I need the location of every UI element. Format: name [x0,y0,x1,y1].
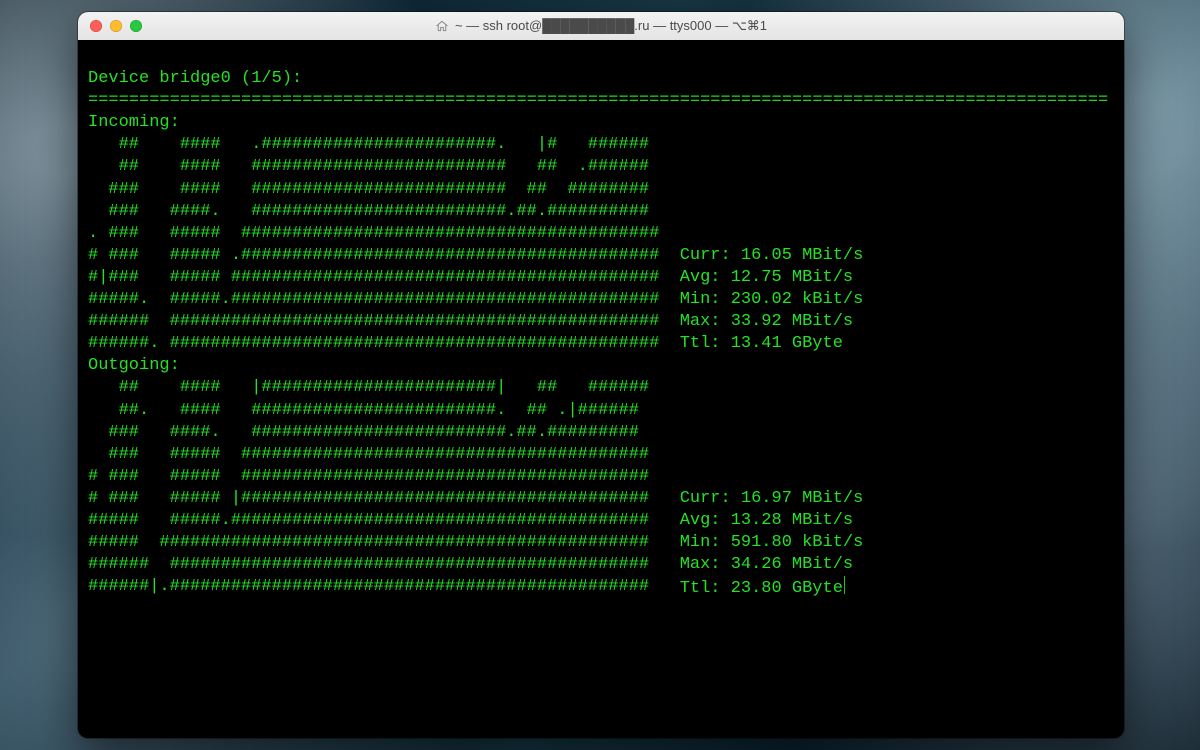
graph-row: ### #### ######################### ## ##… [88,179,1114,201]
incoming-label: Incoming: [88,113,180,132]
graph-row: # ### ##### ############################… [88,466,1114,488]
graph-line: ### ####. #########################.##.#… [88,422,659,444]
graph-line: ## #### .#######################. |# ###… [88,134,659,156]
minimize-icon[interactable] [110,20,122,32]
graph-row: ##### #####.############################… [88,510,1114,532]
outgoing-block: ## #### |#######################| ## ###… [88,377,1114,600]
graph-row: ## #### |#######################| ## ###… [88,377,1114,399]
graph-row: ### ####. #########################.##.#… [88,422,1114,444]
graph-row: ##### ##################################… [88,532,1114,554]
graph-line: . ### ##### ############################… [88,223,659,245]
stat-value: Curr: 16.05 MBit/s [659,245,863,267]
graph-line: # ### ##### .###########################… [88,245,659,267]
graph-row: ### ##### ##############################… [88,444,1114,466]
graph-row: . ### ##### ############################… [88,223,1114,245]
window-title-text: ~ — ssh root@██████████.ru — ttys000 — ⌥… [455,18,767,34]
traffic-lights [78,12,142,40]
stat-value: Max: 33.92 MBit/s [659,311,853,333]
device-line: Device bridge0 (1/5): [88,69,302,88]
graph-row: #####. #####.###########################… [88,289,1114,311]
graph-row: ## #### ######################### ## .##… [88,156,1114,178]
stat-value: Ttl: 23.80 GByte [659,576,845,600]
separator-line: ========================================… [88,91,1108,110]
incoming-block: ## #### .#######################. |# ###… [88,134,1114,355]
stat-value: Avg: 13.28 MBit/s [659,510,853,532]
graph-line: ## #### |#######################| ## ###… [88,377,659,399]
graph-row: #|### ##### ############################… [88,267,1114,289]
text-cursor [844,576,845,594]
graph-line: ##. #### ########################. ## .|… [88,400,659,422]
graph-line: ### #### ######################### ## ##… [88,179,659,201]
graph-row: ## #### .#######################. |# ###… [88,134,1114,156]
stat-value: Ttl: 13.41 GByte [659,333,843,355]
window-titlebar[interactable]: ~ — ssh root@██████████.ru — ttys000 — ⌥… [78,12,1124,41]
window-title: ~ — ssh root@██████████.ru — ttys000 — ⌥… [435,18,767,34]
stat-value: Min: 591.80 kBit/s [659,532,863,554]
graph-row: # ### ##### |###########################… [88,488,1114,510]
maximize-icon[interactable] [130,20,142,32]
close-icon[interactable] [90,20,102,32]
graph-row: ##. #### ########################. ## .|… [88,400,1114,422]
graph-row: ######|.################################… [88,576,1114,600]
terminal-body[interactable]: Device bridge0 (1/5): ==================… [78,40,1124,738]
graph-line: ## #### ######################### ## .##… [88,156,659,178]
graph-line: #|### ##### ############################… [88,267,659,289]
stat-value: Avg: 12.75 MBit/s [659,267,853,289]
graph-line: ######. ################################… [88,333,659,355]
stat-value: Curr: 16.97 MBit/s [659,488,863,510]
terminal-window: ~ — ssh root@██████████.ru — ttys000 — ⌥… [78,12,1124,738]
graph-line: #####. #####.###########################… [88,289,659,311]
graph-line: ### ##### ##############################… [88,444,659,466]
graph-row: # ### ##### .###########################… [88,245,1114,267]
graph-line: # ### ##### |###########################… [88,488,659,510]
graph-line: # ### ##### ############################… [88,466,659,488]
outgoing-label: Outgoing: [88,356,180,375]
stat-value: Max: 34.26 MBit/s [659,554,853,576]
graph-row: ###### #################################… [88,311,1114,333]
graph-row: ###### #################################… [88,554,1114,576]
graph-line: ###### #################################… [88,554,659,576]
graph-row: ######. ################################… [88,333,1114,355]
graph-line: ##### ##################################… [88,532,659,554]
graph-line: ###### #################################… [88,311,659,333]
home-icon [435,19,449,33]
graph-line: ##### #####.############################… [88,510,659,532]
stat-value: Min: 230.02 kBit/s [659,289,863,311]
graph-line: ### ####. #########################.##.#… [88,201,659,223]
graph-row: ### ####. #########################.##.#… [88,201,1114,223]
graph-line: ######|.################################… [88,576,659,600]
